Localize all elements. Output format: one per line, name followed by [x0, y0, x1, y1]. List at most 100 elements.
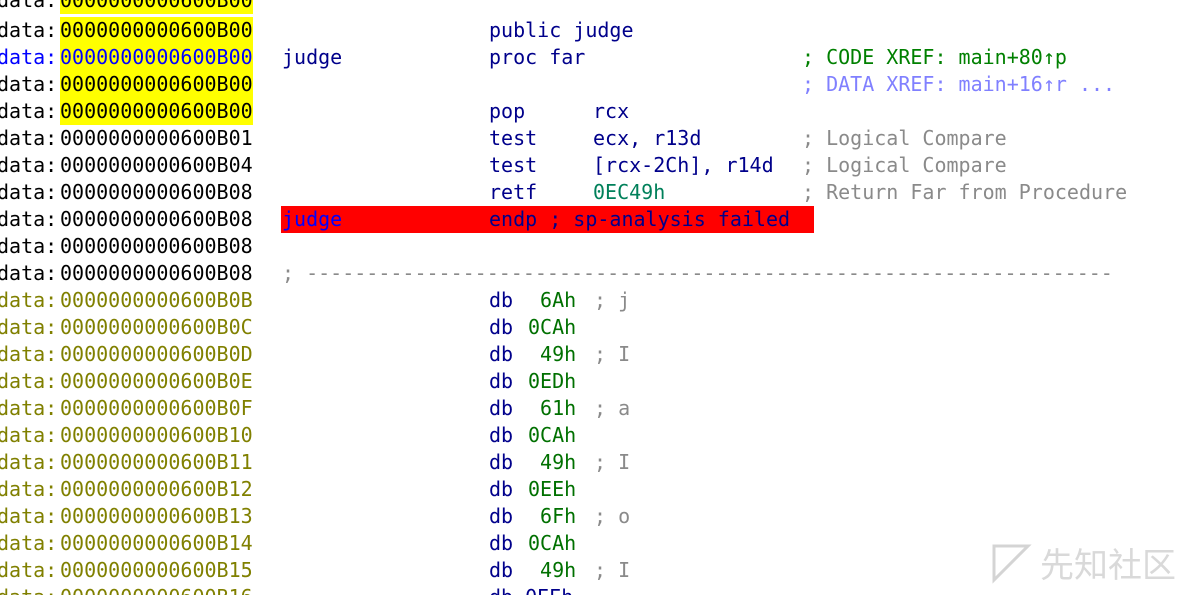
address[interactable]: 0000000000600B10	[60, 422, 253, 449]
address[interactable]: 0000000000600B12	[60, 476, 253, 503]
address[interactable]: 0000000000600B0F	[60, 395, 253, 422]
data-byte-line[interactable]: data: 0000000000600B0F db 61h ; a	[0, 395, 1194, 422]
listing-line[interactable]: data: 0000000000600B08 ; ---------------…	[0, 260, 1194, 287]
watermark-text: 先知社区	[1040, 546, 1176, 586]
db-directive: db	[489, 477, 514, 501]
address[interactable]: 0000000000600B08	[60, 206, 253, 233]
address[interactable]: 0000000000600B0B	[60, 287, 253, 314]
db-directive: db	[489, 558, 514, 582]
listing-line[interactable]: data: 0000000000600B00	[0, 0, 1194, 14]
listing-line-error[interactable]: data: 0000000000600B08 judge endp ; sp-a…	[0, 206, 1194, 233]
db-directive: db	[489, 396, 514, 420]
address[interactable]: 0000000000600B14	[60, 530, 253, 557]
data-byte-line[interactable]: data: 0000000000600B11 db 49h ; I	[0, 449, 1194, 476]
data-byte-line[interactable]: data: 0000000000600B0D db 49h ; I	[0, 341, 1194, 368]
data-byte-line[interactable]: data: 0000000000600B13 db 6Fh ; o	[0, 503, 1194, 530]
char-comment: ; I	[594, 450, 631, 474]
segment-prefix: data:	[0, 423, 58, 447]
address[interactable]: 0000000000600B01	[60, 125, 253, 152]
byte-value[interactable]: 49h	[528, 341, 576, 368]
db-directive: db	[489, 450, 514, 474]
listing-line[interactable]: data: 0000000000600B00 public judge	[0, 17, 1194, 44]
listing-line[interactable]: data: 0000000000600B01 test ecx, r13d ; …	[0, 125, 1194, 152]
function-label[interactable]: judge	[282, 44, 342, 71]
byte-value[interactable]: 0CAh	[528, 314, 576, 341]
byte-value[interactable]: 61h	[528, 395, 576, 422]
listing-line[interactable]: data: 0000000000600B08	[0, 233, 1194, 260]
public-directive[interactable]: public judge	[489, 17, 634, 44]
listing-line[interactable]: data: 0000000000600B00 pop rcx	[0, 98, 1194, 125]
function-label[interactable]: judge	[282, 206, 342, 233]
byte-value[interactable]: 0CAh	[528, 422, 576, 449]
instruction-mnemonic: pop	[489, 99, 526, 123]
byte-value[interactable]: 49h	[528, 449, 576, 476]
data-xref-comment[interactable]: ; DATA XREF: main+16↑r ...	[802, 71, 1115, 98]
address[interactable]: 0000000000600B00	[60, 0, 253, 14]
code-xref-comment[interactable]: ; CODE XREF: main+80↑p	[802, 44, 1067, 71]
segment-prefix: data:	[0, 180, 58, 204]
byte-value[interactable]: 49h	[528, 557, 576, 584]
segment-prefix: data:	[0, 558, 58, 582]
address[interactable]: 0000000000600B04	[60, 152, 253, 179]
instruction-operands[interactable]: ecx, r13d	[593, 125, 701, 152]
instruction-mnemonic: test	[489, 153, 538, 177]
address[interactable]: 0000000000600B08	[60, 260, 253, 287]
instruction-operands[interactable]: 0EC49h	[593, 179, 665, 206]
db-directive: db	[489, 504, 514, 528]
instruction-mnemonic: test	[489, 126, 538, 150]
data-byte-line[interactable]: data: 0000000000600B10 db 0CAh	[0, 422, 1194, 449]
db-directive: db	[489, 288, 514, 312]
address[interactable]: 0000000000600B00	[60, 71, 253, 98]
instruction-mnemonic: retf	[489, 180, 538, 204]
data-byte-line[interactable]: data: 0000000000600B12 db 0EEh	[0, 476, 1194, 503]
char-comment: ; j	[594, 288, 631, 312]
data-byte-line[interactable]: data: 0000000000600B0B db 6Ah ; j	[0, 287, 1194, 314]
byte-value[interactable]: 0CAh	[528, 530, 576, 557]
address[interactable]: 0000000000600B0D	[60, 341, 253, 368]
listing-line[interactable]: data: 0000000000600B08 retf 0EC49h ; Ret…	[0, 179, 1194, 206]
segment-prefix: data:	[0, 18, 58, 42]
char-comment: ; a	[594, 396, 631, 420]
address[interactable]: 0000000000600B00	[60, 98, 253, 125]
segment-prefix: data:	[0, 584, 57, 595]
instruction-operands[interactable]: rcx	[593, 98, 629, 125]
address[interactable]: 0000000000600B13	[60, 503, 253, 530]
segment-prefix: data:	[0, 288, 58, 312]
instruction-operands[interactable]: [rcx-2Ch], r14d	[593, 152, 774, 179]
address[interactable]: 0000000000600B11	[60, 449, 253, 476]
xianzhi-logo-icon	[992, 544, 1032, 584]
instruction-comment: ; Logical Compare	[802, 153, 1007, 177]
instruction-comment: ; Return Far from Procedure	[802, 180, 1128, 204]
segment-prefix: data:	[0, 234, 58, 258]
address[interactable]: 0000000000600B00	[60, 44, 253, 71]
endp-directive: endp ; sp-analysis failed	[489, 207, 791, 231]
listing-line[interactable]: data: 0000000000600B00 ; DATA XREF: main…	[0, 71, 1194, 98]
segment-prefix: data:	[0, 45, 58, 69]
db-directive: db	[489, 315, 514, 339]
listing-line[interactable]: data: 0000000000600B04 test [rcx-2Ch], r…	[0, 152, 1194, 179]
byte-value[interactable]: 6Ah	[528, 287, 576, 314]
byte-value[interactable]: 6Fh	[528, 503, 576, 530]
address[interactable]: 0000000000600B15	[60, 557, 253, 584]
address[interactable]: 0000000000600B0C	[60, 314, 253, 341]
ida-disassembly-view[interactable]: data: 0000000000600B00 data: 00000000006…	[0, 0, 1194, 595]
listing-line[interactable]: data: 0000000000600B00 judge proc far ; …	[0, 44, 1194, 71]
address[interactable]: 0000000000600B08	[60, 179, 253, 206]
address[interactable]: 0000000000600B08	[60, 233, 253, 260]
address[interactable]: 0000000000600B16	[60, 584, 253, 595]
segment-prefix: data:	[0, 126, 58, 150]
instruction-comment: ; Logical Compare	[802, 126, 1007, 150]
segment-prefix: data:	[0, 396, 58, 420]
address[interactable]: 0000000000600B00	[60, 17, 253, 44]
byte-value[interactable]: 0EDh	[528, 368, 576, 395]
segment-prefix: data:	[0, 207, 58, 231]
data-byte-line[interactable]: data: 0000000000600B0E db 0EDh	[0, 368, 1194, 395]
proc-directive: proc far	[489, 45, 586, 69]
segment-prefix: data:	[0, 99, 58, 123]
db-directive: db	[489, 369, 514, 393]
data-byte-line[interactable]: data: 0000000000600B0C db 0CAh	[0, 314, 1194, 341]
address[interactable]: 0000000000600B0E	[60, 368, 253, 395]
segment-prefix: data:	[0, 261, 58, 285]
segment-prefix: data:	[0, 342, 58, 366]
byte-value[interactable]: 0EEh	[528, 476, 576, 503]
